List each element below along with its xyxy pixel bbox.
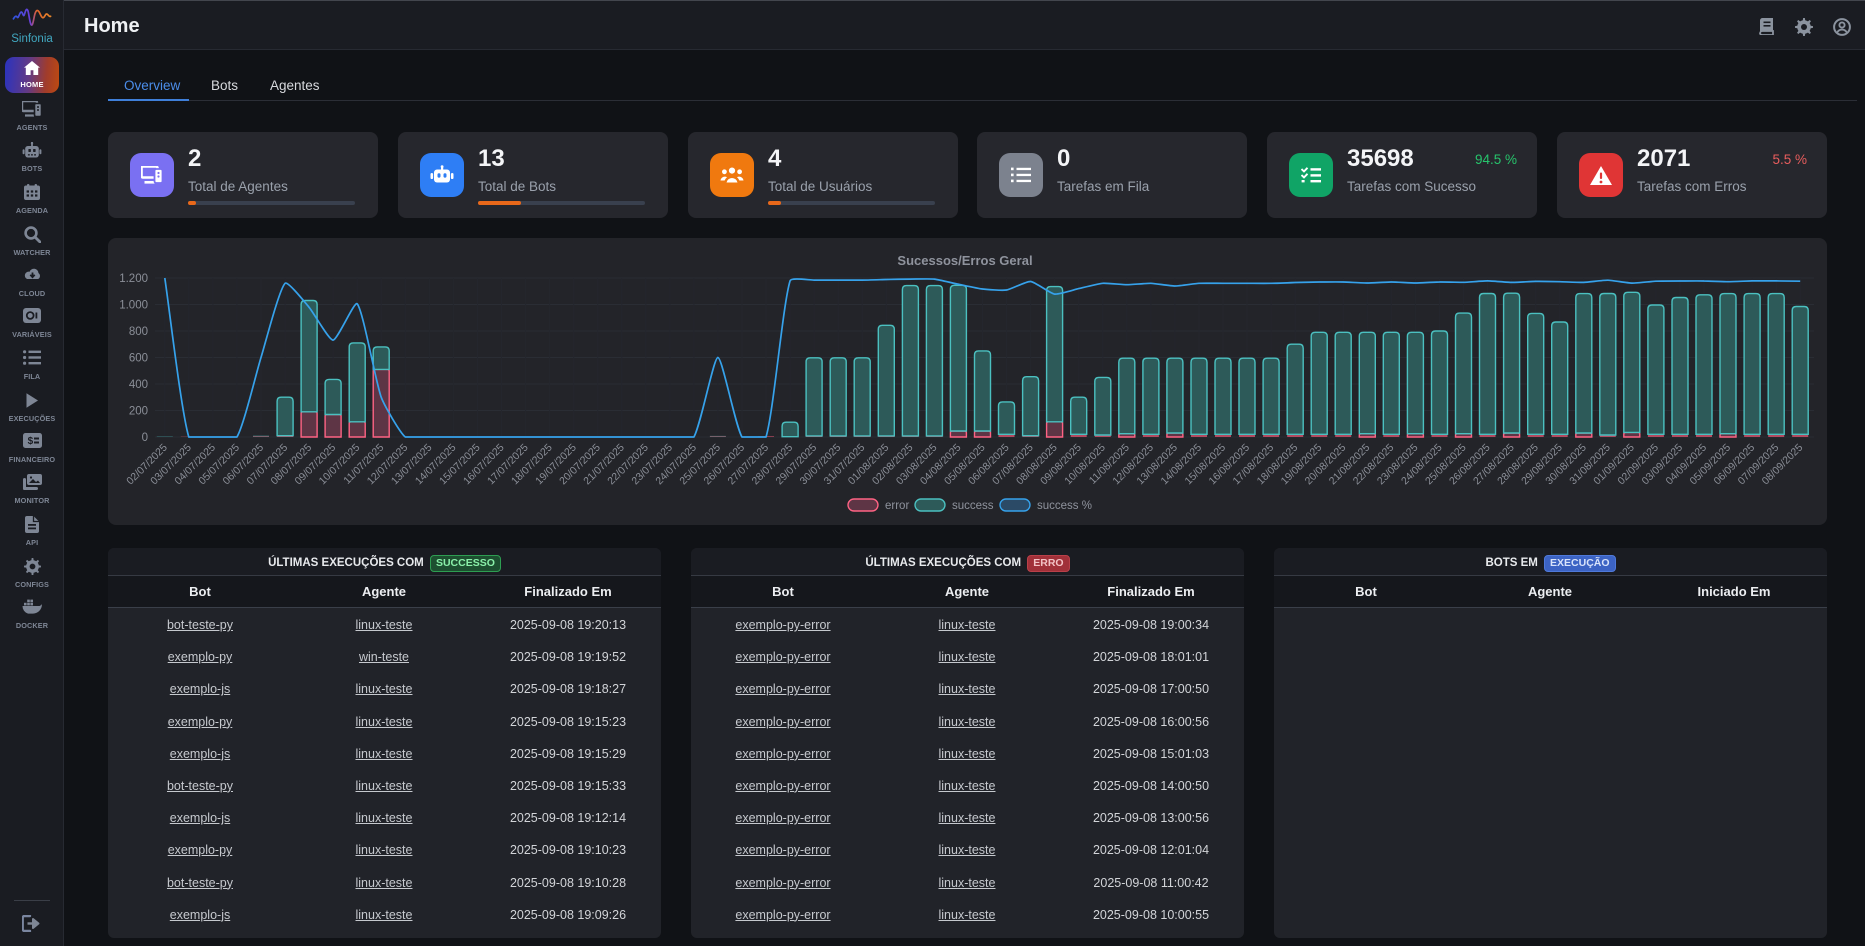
svg-text:400: 400 — [129, 379, 148, 391]
svg-text:error: error — [885, 500, 909, 512]
svg-text:600: 600 — [129, 353, 148, 365]
svg-text:200: 200 — [129, 406, 148, 418]
svg-text:1.000: 1.000 — [119, 300, 148, 312]
svg-text:800: 800 — [129, 326, 148, 338]
svg-text:$: $ — [27, 436, 33, 447]
svg-text:success %: success % — [1037, 500, 1092, 512]
svg-text:success: success — [952, 500, 994, 512]
svg-text:Sucessos/Erros Geral: Sucessos/Erros Geral — [897, 253, 1032, 268]
svg-text:0: 0 — [142, 432, 148, 444]
svg-text:1.200: 1.200 — [119, 273, 148, 285]
